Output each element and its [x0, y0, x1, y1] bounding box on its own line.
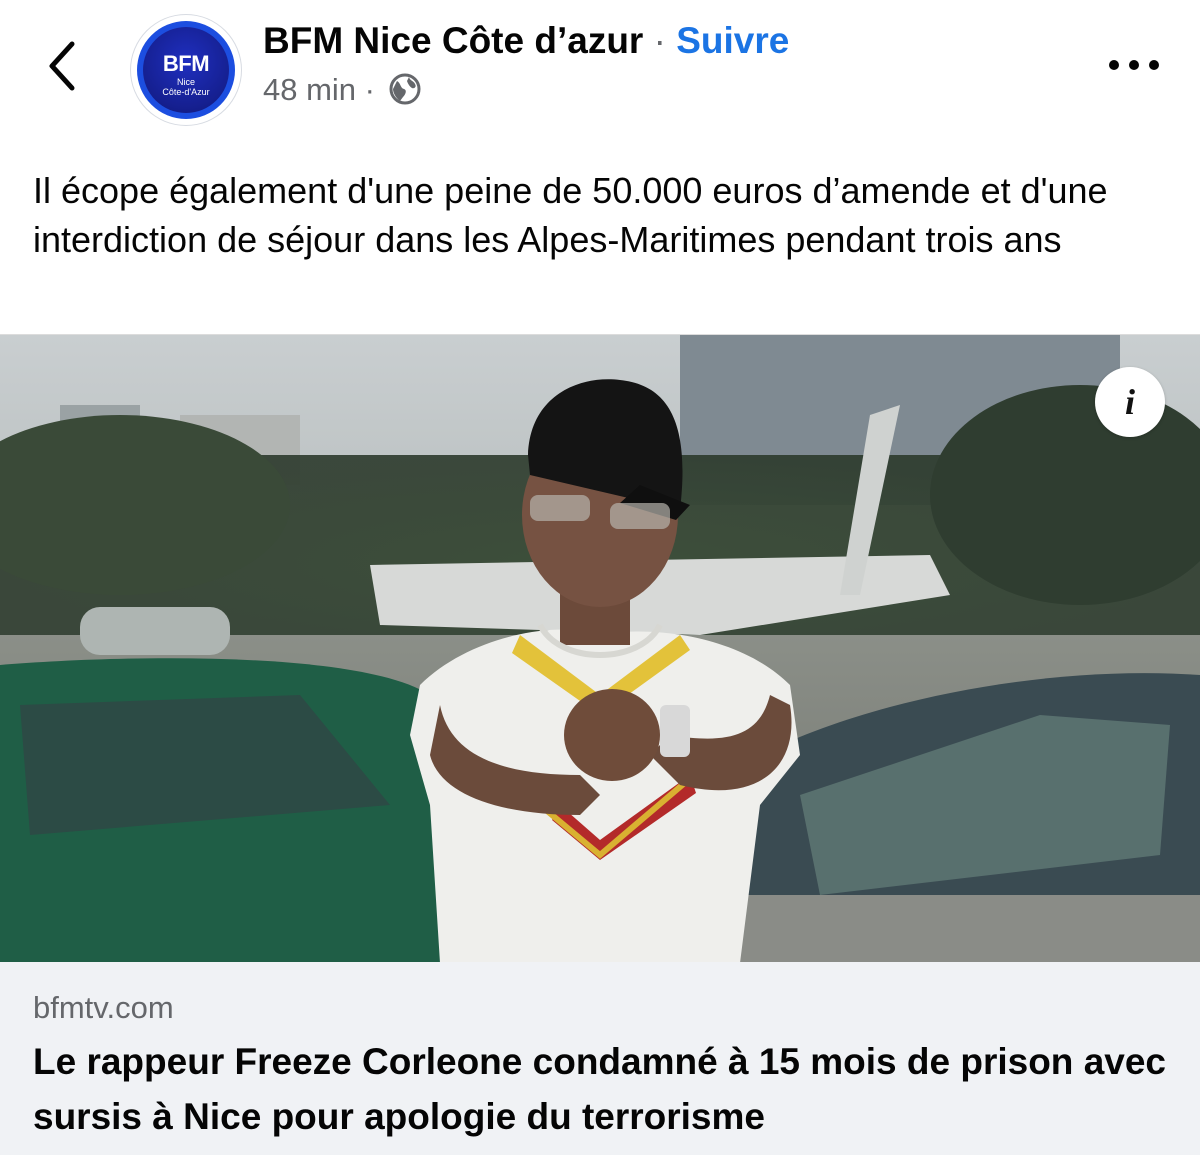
post-body-text: Il écope également d'une peine de 50.000… — [33, 170, 1108, 260]
globe-icon — [389, 73, 421, 105]
link-preview-box[interactable]: bfmtv.com Le rappeur Freeze Corleone con… — [0, 962, 1200, 1155]
link-preview-image[interactable]: i — [0, 334, 1200, 963]
page-title-row: BFM Nice Côte d’azur · Suivre — [263, 20, 789, 62]
logo-sub-line2: Côte-d'Azur — [162, 87, 210, 97]
chevron-left-icon — [49, 41, 75, 91]
more-horizontal-icon — [1109, 60, 1159, 70]
separator: · — [653, 20, 666, 61]
page-name-link[interactable]: BFM Nice Côte d’azur — [263, 20, 643, 61]
logo-text: BFM — [162, 51, 210, 76]
info-button[interactable]: i — [1095, 367, 1165, 437]
post-meta: 48 min · — [263, 72, 422, 109]
link-domain: bfmtv.com — [33, 990, 174, 1025]
timestamp[interactable]: 48 min — [263, 72, 356, 107]
more-options-button[interactable] — [1104, 52, 1164, 78]
bfm-logo: BFM Nice Côte-d'Azur — [143, 27, 229, 113]
info-icon: i — [1124, 382, 1135, 422]
meta-separator: · — [364, 72, 375, 107]
follow-button[interactable]: Suivre — [676, 20, 789, 61]
link-headline: Le rappeur Freeze Corleone condamné à 15… — [33, 1041, 1166, 1137]
logo-subtext: Nice Côte-d'Azur — [143, 77, 229, 97]
back-button[interactable] — [38, 36, 92, 96]
page-avatar[interactable]: BFM Nice Côte-d'Azur — [130, 14, 242, 126]
post-header: BFM Nice Côte-d'Azur BFM Nice Côte d’azu… — [0, 0, 1200, 135]
avatar-ring: BFM Nice Côte-d'Azur — [137, 21, 235, 119]
logo-sub-line1: Nice — [176, 77, 195, 87]
article-photo — [0, 335, 1200, 963]
